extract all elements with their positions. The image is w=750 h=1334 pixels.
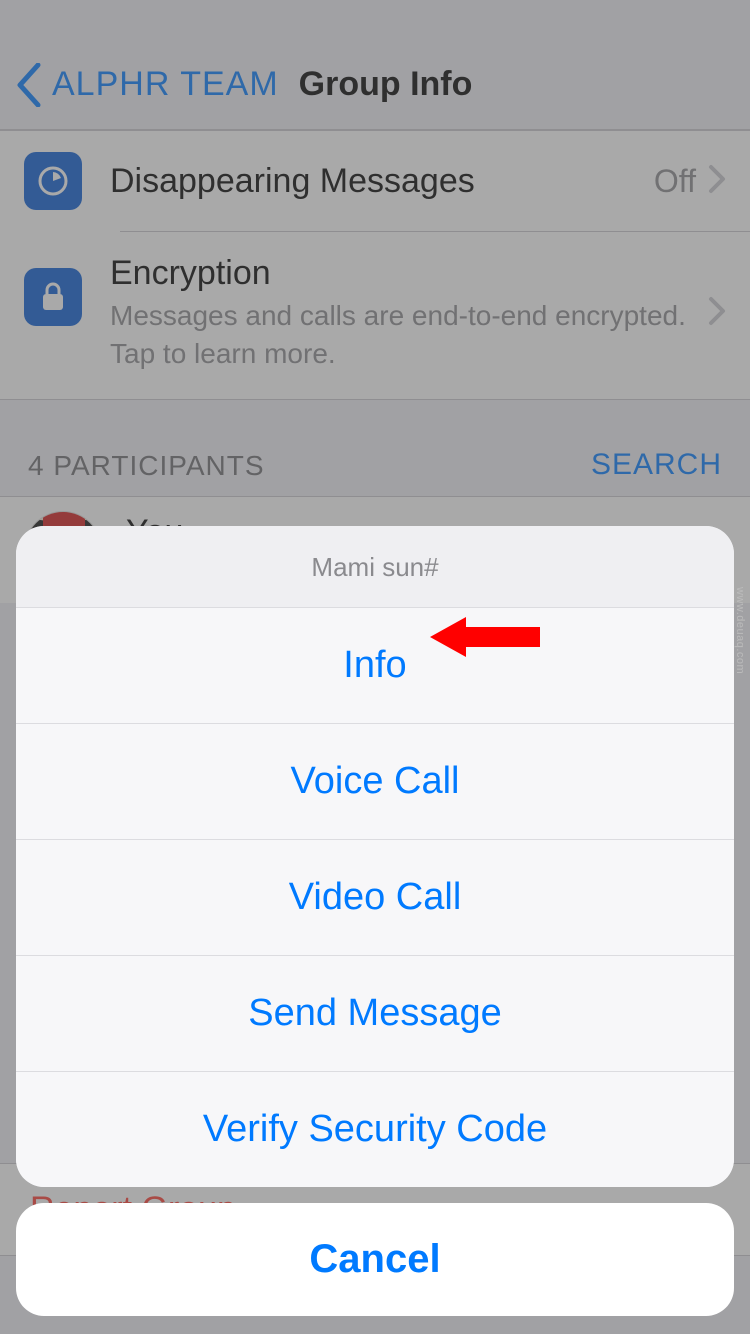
action-sheet-container: Mami sun# Info Voice Call Video Call Sen…	[0, 526, 750, 1334]
watermark: www.deuaq.com	[734, 587, 746, 674]
action-sheet: Mami sun# Info Voice Call Video Call Sen…	[16, 526, 734, 1187]
action-verify-security[interactable]: Verify Security Code	[16, 1072, 734, 1187]
action-send-message[interactable]: Send Message	[16, 956, 734, 1072]
action-sheet-title: Mami sun#	[16, 526, 734, 608]
cancel-button[interactable]: Cancel	[16, 1203, 734, 1316]
action-video-call[interactable]: Video Call	[16, 840, 734, 956]
action-voice-call[interactable]: Voice Call	[16, 724, 734, 840]
action-info[interactable]: Info	[16, 608, 734, 724]
